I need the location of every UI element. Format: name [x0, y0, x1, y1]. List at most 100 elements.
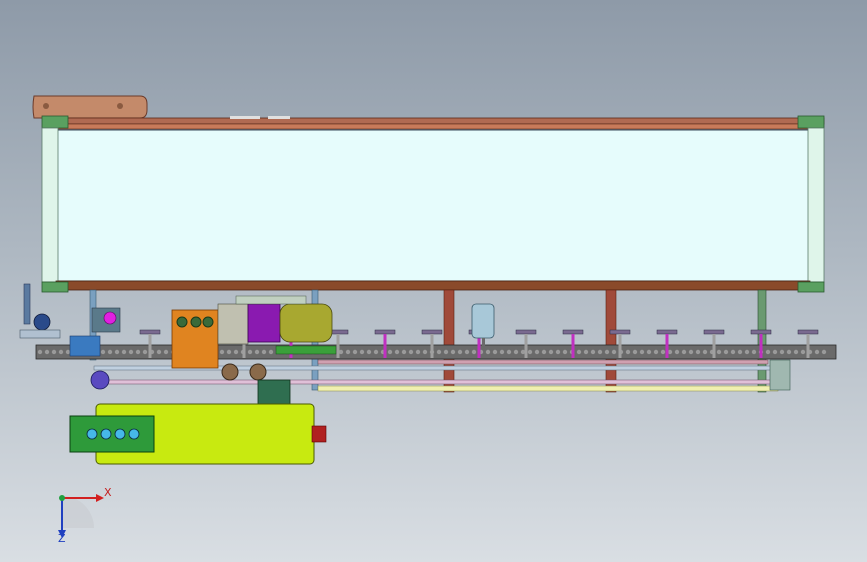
indicator-light — [114, 428, 126, 440]
chain-link — [744, 349, 750, 355]
chain-link — [219, 349, 225, 355]
chain-link — [688, 349, 694, 355]
chain-link — [639, 349, 645, 355]
rail-clip — [230, 116, 260, 119]
bracket-bolt — [117, 103, 123, 109]
chain-link — [716, 349, 722, 355]
chain-link — [492, 349, 498, 355]
chain-link — [695, 349, 701, 355]
chain-link — [44, 349, 50, 355]
machine-model[interactable] — [0, 0, 867, 562]
chain-link — [583, 349, 589, 355]
cad-viewport[interactable]: X Z — [0, 0, 867, 562]
chain-link — [233, 349, 239, 355]
chain-link — [58, 349, 64, 355]
chain-link — [548, 349, 554, 355]
chain-link — [506, 349, 512, 355]
chain-link — [765, 349, 771, 355]
control-box — [69, 415, 155, 453]
chain-link — [681, 349, 687, 355]
chain-link — [268, 349, 274, 355]
chain-link — [359, 349, 365, 355]
chain-link — [100, 349, 106, 355]
chain-link — [632, 349, 638, 355]
chain-link — [114, 349, 120, 355]
x-axis-arrow — [96, 494, 104, 502]
chain-link — [366, 349, 372, 355]
chain-link — [65, 349, 71, 355]
sensor-cylinder — [471, 303, 495, 348]
y-axis-dot — [59, 495, 65, 501]
left-top-bearing — [41, 115, 69, 129]
chain-link — [555, 349, 561, 355]
chain-link — [737, 349, 743, 355]
chain-link — [464, 349, 470, 355]
chain-link — [226, 349, 232, 355]
magenta-sensor — [91, 307, 121, 333]
chain-link — [261, 349, 267, 355]
chain-link — [660, 349, 666, 355]
chain-link — [436, 349, 442, 355]
bracket-bolt — [43, 103, 49, 109]
chain-link — [541, 349, 547, 355]
chain-link — [779, 349, 785, 355]
chain-link — [653, 349, 659, 355]
chain-link — [562, 349, 568, 355]
chain-link — [135, 349, 141, 355]
chain-link — [625, 349, 631, 355]
rail-clip — [268, 116, 290, 119]
chain-link — [674, 349, 680, 355]
chain-link — [247, 349, 253, 355]
chain-link — [415, 349, 421, 355]
chain-link — [499, 349, 505, 355]
left-roller — [41, 127, 59, 283]
indicator-light — [128, 428, 140, 440]
bottom-frame-rail — [55, 280, 811, 291]
chain-link — [37, 349, 43, 355]
indicator-light — [86, 428, 98, 440]
chain-link — [786, 349, 792, 355]
chain-link — [597, 349, 603, 355]
chain-link — [394, 349, 400, 355]
chain-link — [821, 349, 827, 355]
chain-link — [352, 349, 358, 355]
chain-link — [457, 349, 463, 355]
top-frame-rail — [45, 117, 825, 125]
chain-link — [450, 349, 456, 355]
chain-link — [772, 349, 778, 355]
indicator-light — [100, 428, 112, 440]
chain-link — [534, 349, 540, 355]
chain-link — [156, 349, 162, 355]
chain-link — [793, 349, 799, 355]
right-roller — [807, 127, 825, 283]
chain-link — [723, 349, 729, 355]
chain-link — [513, 349, 519, 355]
chain-link — [471, 349, 477, 355]
conveyor-chain — [35, 344, 837, 360]
chain-link — [422, 349, 428, 355]
chain-link — [387, 349, 393, 355]
chain-link — [604, 349, 610, 355]
chain-link — [408, 349, 414, 355]
chain-link — [814, 349, 820, 355]
chain-link — [163, 349, 169, 355]
chain-link — [590, 349, 596, 355]
chain-link — [527, 349, 533, 355]
hood-panel — [55, 129, 811, 282]
right-top-bearing — [797, 115, 825, 129]
chain-link — [751, 349, 757, 355]
chain-link — [128, 349, 134, 355]
chain-link — [576, 349, 582, 355]
z-axis-label: Z — [58, 532, 66, 545]
chain-link — [51, 349, 57, 355]
chain-link — [485, 349, 491, 355]
chain-link — [611, 349, 617, 355]
chain-link — [443, 349, 449, 355]
chain-link — [646, 349, 652, 355]
left-bottom-bearing — [41, 281, 69, 293]
x-axis-label: X — [104, 486, 112, 499]
chain-link — [730, 349, 736, 355]
chain-link — [702, 349, 708, 355]
chain-link — [107, 349, 113, 355]
top-frame-rail-inner — [54, 123, 816, 130]
